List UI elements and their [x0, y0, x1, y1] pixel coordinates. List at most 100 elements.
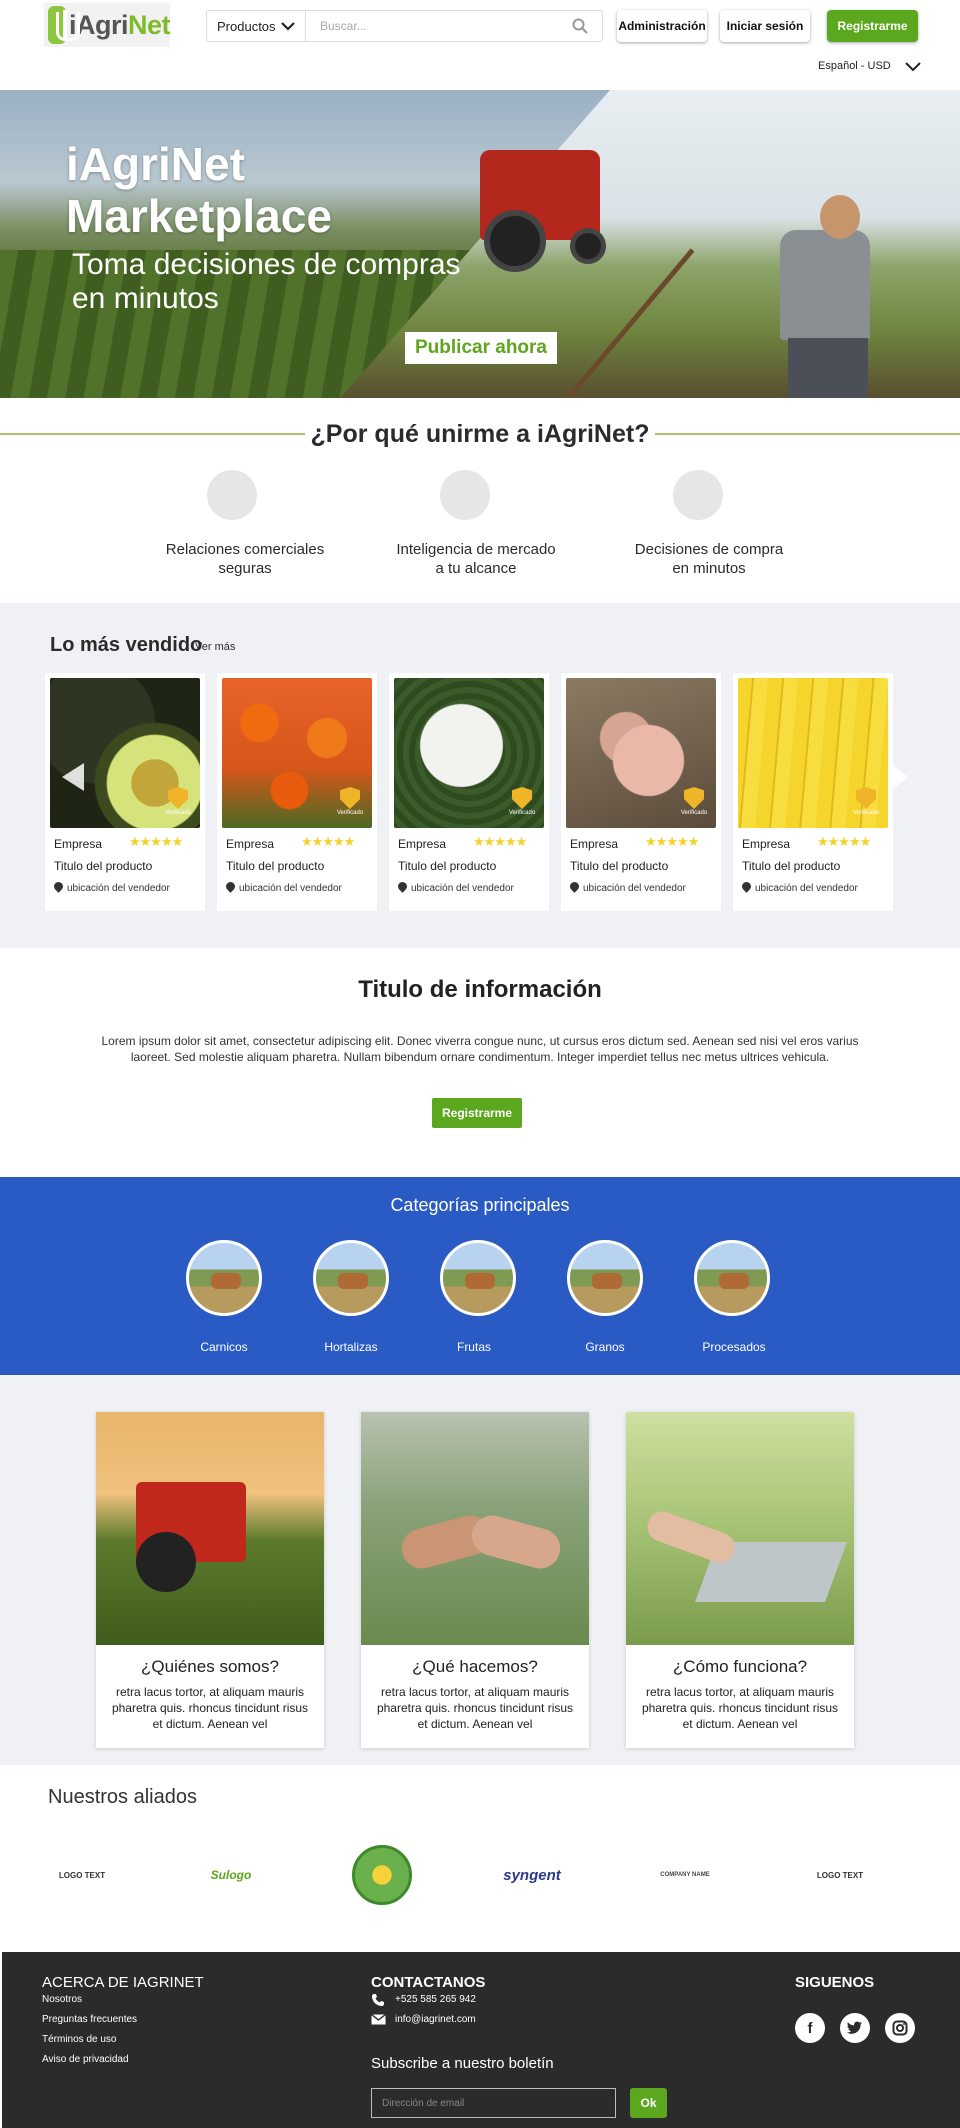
star-rating: ★★★★★ — [301, 834, 355, 849]
shield-check-icon — [856, 787, 876, 809]
ally-logo — [352, 1845, 412, 1905]
locale-selector[interactable]: Español - USD — [818, 60, 921, 72]
product-card[interactable]: Verificado Empresa ★★★★★ Titulo del prod… — [45, 673, 205, 911]
info-title: Titulo de información — [358, 976, 602, 1003]
about-card-title: ¿Qué hacemos? — [412, 1657, 538, 1676]
location-pin-icon — [742, 882, 751, 894]
iagrinet-logo[interactable]: iAgriNet — [44, 3, 171, 47]
shield-check-icon — [512, 787, 532, 809]
product-location: ubicación del vendedor — [742, 882, 858, 894]
top-header: iAgriNet Productos Buscar... Administrac… — [0, 0, 960, 90]
best-sellers-title: Lo más vendido — [50, 634, 203, 656]
newsletter-ok-button[interactable]: Ok — [630, 2088, 667, 2118]
star-rating: ★★★★★ — [817, 834, 871, 849]
about-card-text: retra lacus tortor, at aliquam mauris ph… — [376, 1685, 574, 1731]
search-input[interactable]: Buscar... — [305, 10, 603, 42]
tractor-image — [96, 1412, 324, 1645]
carousel-next-arrow-icon[interactable] — [890, 763, 908, 791]
product-card[interactable]: Verificado Empresa ★★★★★ Titulo del prod… — [389, 673, 549, 911]
product-card[interactable]: Verificado Empresa ★★★★★ Titulo del prod… — [561, 673, 721, 911]
about-card[interactable]: ¿Quiénes somos? retra lacus tortor, at a… — [96, 1412, 324, 1748]
search-placeholder: Buscar... — [320, 19, 367, 33]
footer-email[interactable]: info@iagrinet.com — [395, 2014, 476, 2025]
publish-now-button[interactable]: Publicar ahora — [405, 332, 557, 364]
locale-label: Español - USD — [818, 60, 891, 72]
about-card-text: retra lacus tortor, at aliquam mauris ph… — [641, 1685, 839, 1731]
about-card-title: ¿Cómo funciona? — [672, 1657, 808, 1676]
tractor-wheel — [570, 228, 606, 264]
products-dropdown-label: Productos — [217, 18, 276, 34]
about-card-title: ¿Quiénes somos? — [141, 1657, 279, 1676]
star-rating: ★★★★★ — [129, 834, 183, 849]
footer-phone[interactable]: +525 585 265 942 — [395, 1994, 476, 2005]
info-paragraph: Lorem ipsum dolor sit amet, consectetur … — [101, 1034, 859, 1064]
hero-banner: iAgriNet Marketplace Toma decisiones de … — [0, 90, 960, 398]
carousel-prev-arrow-icon[interactable] — [62, 763, 84, 791]
allies-title: Nuestros aliados — [48, 1786, 197, 1808]
product-title: Titulo del producto — [398, 859, 497, 873]
product-company: Empresa — [54, 837, 103, 851]
category-label[interactable]: Frutas — [414, 1340, 534, 1354]
category-label[interactable]: Procesados — [674, 1340, 794, 1354]
benefit-icon — [673, 470, 723, 520]
footer-link[interactable]: Aviso de privacidad — [42, 2054, 129, 2065]
about-card[interactable]: ¿Cómo funciona? retra lacus tortor, at a… — [626, 1412, 854, 1748]
verified-badge: Verificado — [851, 787, 881, 821]
benefit-label: Decisiones de compra en minutos — [634, 541, 784, 577]
category-image[interactable] — [313, 1240, 389, 1316]
benefit-icon — [207, 470, 257, 520]
farmer-figure — [780, 230, 870, 340]
product-title: Titulo del producto — [570, 859, 669, 873]
category-image[interactable] — [567, 1240, 643, 1316]
category-label[interactable]: Carnicos — [164, 1340, 284, 1354]
verified-badge: Verificado — [507, 787, 537, 821]
shield-check-icon — [340, 787, 360, 809]
product-card[interactable]: Verificado Empresa ★★★★★ Titulo del prod… — [733, 673, 893, 911]
phone-icon — [372, 1994, 384, 2006]
footer-about-heading: ACERCA DE IAGRINET — [42, 1974, 204, 1991]
admin-button[interactable]: Administración — [617, 10, 707, 42]
footer-contact-heading: CONTACTANOS — [371, 1974, 486, 1991]
sprout-logo-icon — [48, 6, 80, 44]
farmer-head — [820, 195, 860, 239]
category-image[interactable] — [694, 1240, 770, 1316]
footer-link[interactable]: Términos de uso — [42, 2034, 116, 2045]
instagram-icon[interactable] — [885, 2013, 915, 2043]
category-image[interactable] — [440, 1240, 516, 1316]
product-title: Titulo del producto — [54, 859, 153, 873]
login-button[interactable]: Iniciar sesión — [720, 10, 810, 42]
footer-link[interactable]: Nosotros — [42, 1994, 82, 2005]
hero-subtitle: Toma decisiones de compras en minutos — [72, 248, 461, 315]
product-location: ubicación del vendedor — [570, 882, 686, 894]
ally-logo: LOGO TEXT — [58, 1870, 106, 1880]
product-company: Empresa — [742, 837, 791, 851]
verified-badge: Verificado — [163, 787, 193, 821]
facebook-icon[interactable]: f — [795, 2013, 825, 2043]
location-pin-icon — [54, 882, 63, 894]
benefit-label: Relaciones comerciales seguras — [165, 541, 325, 577]
location-pin-icon — [570, 882, 579, 894]
footer-link[interactable]: Preguntas frecuentes — [42, 2014, 137, 2025]
categories-title: Categorías principales — [390, 1195, 570, 1215]
star-rating: ★★★★★ — [645, 834, 699, 849]
see-more-link[interactable]: Ver más — [195, 641, 235, 653]
register-button[interactable]: Registrarme — [827, 10, 918, 42]
about-card[interactable]: ¿Qué hacemos? retra lacus tortor, at ali… — [361, 1412, 589, 1748]
product-card[interactable]: Verificado Empresa ★★★★★ Titulo del prod… — [217, 673, 377, 911]
category-image[interactable] — [186, 1240, 262, 1316]
location-pin-icon — [398, 882, 407, 894]
ally-logo: syngent — [503, 1866, 561, 1884]
hero-title: iAgriNet Marketplace — [66, 138, 332, 242]
location-pin-icon — [226, 882, 235, 894]
benefit-label: Inteligencia de mercado a tu alcance — [396, 541, 556, 577]
products-dropdown[interactable]: Productos — [206, 10, 306, 42]
twitter-icon[interactable] — [840, 2013, 870, 2043]
category-label[interactable]: Hortalizas — [291, 1340, 411, 1354]
shield-check-icon — [168, 787, 188, 809]
search-icon[interactable] — [572, 18, 588, 34]
newsletter-email-input[interactable]: Dirección de email — [371, 2088, 616, 2118]
product-location: ubicación del vendedor — [226, 882, 342, 894]
product-company: Empresa — [398, 837, 447, 851]
register-button[interactable]: Registrarme — [432, 1098, 522, 1128]
category-label[interactable]: Granos — [545, 1340, 665, 1354]
